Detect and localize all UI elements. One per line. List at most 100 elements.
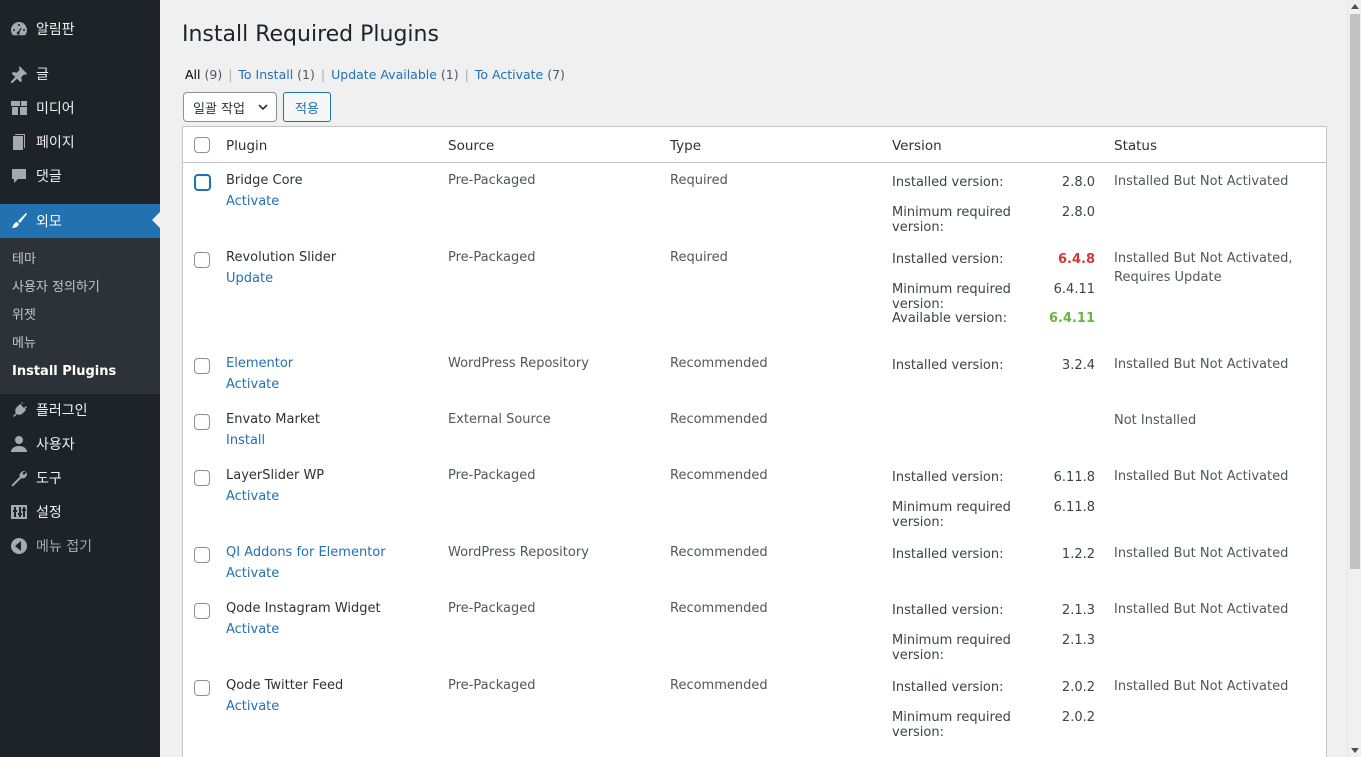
plugin-action-link[interactable]: Activate (226, 699, 279, 714)
menu-appearance[interactable]: 외모 (0, 204, 160, 238)
version-value: 6.4.11 (1053, 281, 1095, 297)
version-label: Installed version: (892, 603, 1004, 618)
plugin-action-link[interactable]: Activate (226, 377, 279, 392)
menu-plugins[interactable]: 플러그인 (0, 393, 160, 427)
menu-media[interactable]: 미디어 (0, 91, 160, 125)
plugin-name: Envato Market (226, 412, 320, 427)
plugin-status: Installed But Not Activated (1114, 602, 1289, 617)
version-label: Minimum required version: (892, 709, 1011, 740)
plugin-source: WordPress Repository (448, 356, 589, 371)
menu-users[interactable]: 사용자 (0, 427, 160, 461)
filter-links: All (9) | To Install (1) | Update Availa… (185, 67, 565, 82)
row-checkbox[interactable] (194, 680, 210, 696)
plugin-status: Installed But Not Activated (1114, 357, 1289, 372)
row-checkbox[interactable] (194, 603, 210, 619)
submenu-widgets[interactable]: 위젯 (0, 302, 160, 330)
scroll-thumb[interactable] (1350, 14, 1360, 569)
version-value: 2.1.3 (1061, 632, 1095, 648)
apply-button[interactable]: 적용 (283, 92, 331, 122)
submenu-themes[interactable]: 테마 (0, 246, 160, 274)
row-checkbox[interactable] (194, 358, 210, 374)
bulk-action-select[interactable]: 일괄 작업 (183, 92, 277, 122)
version-value: 6.11.8 (1053, 499, 1095, 515)
version-line: Minimum required version: 2.8.0 (892, 205, 1095, 235)
plugin-action-link[interactable]: Activate (226, 566, 279, 581)
header-type[interactable]: Type (670, 138, 701, 154)
main-content: Install Required Plugins All (9) | To In… (160, 0, 1347, 757)
plugin-status: Installed But Not Activated (1114, 469, 1289, 484)
version-value: 1.2.2 (1061, 547, 1095, 562)
plugin-name: Bridge Core (226, 173, 303, 188)
submenu-install-plugins[interactable]: Install Plugins (0, 358, 160, 386)
menu-dashboard[interactable]: 알림판 (0, 12, 160, 46)
submenu-menus[interactable]: 메뉴 (0, 330, 160, 358)
version-label: Installed version: (892, 358, 1004, 373)
version-label: Installed version: (892, 470, 1004, 485)
version-line: Installed version: 3.2.4 (892, 358, 1095, 373)
plugin-name: Qode Instagram Widget (226, 601, 381, 616)
header-source[interactable]: Source (448, 138, 494, 154)
version-value: 2.0.2 (1061, 680, 1095, 695)
select-all-checkbox[interactable] (194, 137, 210, 153)
filter-all[interactable]: All (185, 67, 201, 82)
plugin-action-link[interactable]: Install (226, 433, 265, 448)
comment-icon (0, 166, 36, 186)
appearance-brush-icon (0, 211, 36, 231)
plugin-source: External Source (448, 412, 551, 427)
version-label: Installed version: (892, 547, 1004, 562)
plugin-type: Required (670, 250, 728, 265)
scroll-up-icon[interactable] (1351, 4, 1359, 9)
version-label: Installed version: (892, 252, 1004, 267)
row-checkbox[interactable] (194, 547, 210, 563)
media-icon (0, 98, 36, 118)
menu-comments[interactable]: 댓글 (0, 159, 160, 193)
plugin-action-link[interactable]: Update (226, 271, 273, 286)
version-value: 2.8.0 (1061, 175, 1095, 190)
plugin-type: Recommended (670, 356, 768, 371)
row-checkbox[interactable] (194, 174, 211, 191)
filter-to-activate[interactable]: To Activate (475, 67, 543, 82)
plugin-source: Pre-Packaged (448, 468, 536, 483)
menu-collapse[interactable]: 메뉴 접기 (0, 529, 160, 563)
plugin-name: LayerSlider WP (226, 468, 325, 483)
dashboard-icon (0, 19, 36, 39)
menu-posts[interactable]: 글 (0, 57, 160, 91)
header-status[interactable]: Status (1114, 138, 1157, 154)
row-checkbox[interactable] (194, 414, 210, 430)
row-checkbox[interactable] (194, 252, 210, 268)
row-checkbox[interactable] (194, 470, 210, 486)
version-line: Installed version: 6.4.8 (892, 252, 1095, 267)
header-version: Version (892, 138, 942, 154)
submenu-customize[interactable]: 사용자 정의하기 (0, 274, 160, 302)
plugin-type: Required (670, 173, 728, 188)
menu-tools[interactable]: 도구 (0, 461, 160, 495)
admin-sidebar: 알림판 글 미디어 페이지 댓글 외모 테마 사용자 정의하기 위젯 메뉴 In… (0, 0, 160, 757)
chevron-down-icon (258, 104, 268, 111)
page-icon (0, 132, 36, 152)
plugin-type: Recommended (670, 545, 768, 560)
plugin-source: Pre-Packaged (448, 173, 536, 188)
version-line: Minimum required version: 2.1.3 (892, 633, 1095, 663)
header-plugin[interactable]: Plugin (226, 138, 267, 154)
plugin-name[interactable]: QI Addons for Elementor (226, 545, 386, 560)
version-line: Installed version: 2.0.2 (892, 680, 1095, 695)
scroll-down-icon[interactable] (1351, 748, 1359, 753)
plugin-type: Recommended (670, 412, 768, 427)
page-title: Install Required Plugins (182, 22, 439, 47)
menu-settings[interactable]: 설정 (0, 495, 160, 529)
plugin-action-link[interactable]: Activate (226, 194, 279, 209)
plugin-name[interactable]: Elementor (226, 356, 293, 371)
wrench-icon (0, 468, 36, 488)
version-line: Installed version: 2.1.3 (892, 603, 1095, 618)
table-header: Plugin Source Type Version Status (183, 127, 1326, 163)
version-value: 2.8.0 (1061, 204, 1095, 220)
filter-update-available[interactable]: Update Available (331, 67, 437, 82)
filter-to-install[interactable]: To Install (238, 67, 293, 82)
menu-pages[interactable]: 페이지 (0, 125, 160, 159)
settings-icon (0, 502, 36, 522)
plugin-action-link[interactable]: Activate (226, 622, 279, 637)
page-scrollbar[interactable] (1347, 0, 1361, 757)
version-line: Installed version: 1.2.2 (892, 547, 1095, 562)
plugin-source: Pre-Packaged (448, 678, 536, 693)
plugin-action-link[interactable]: Activate (226, 489, 279, 504)
